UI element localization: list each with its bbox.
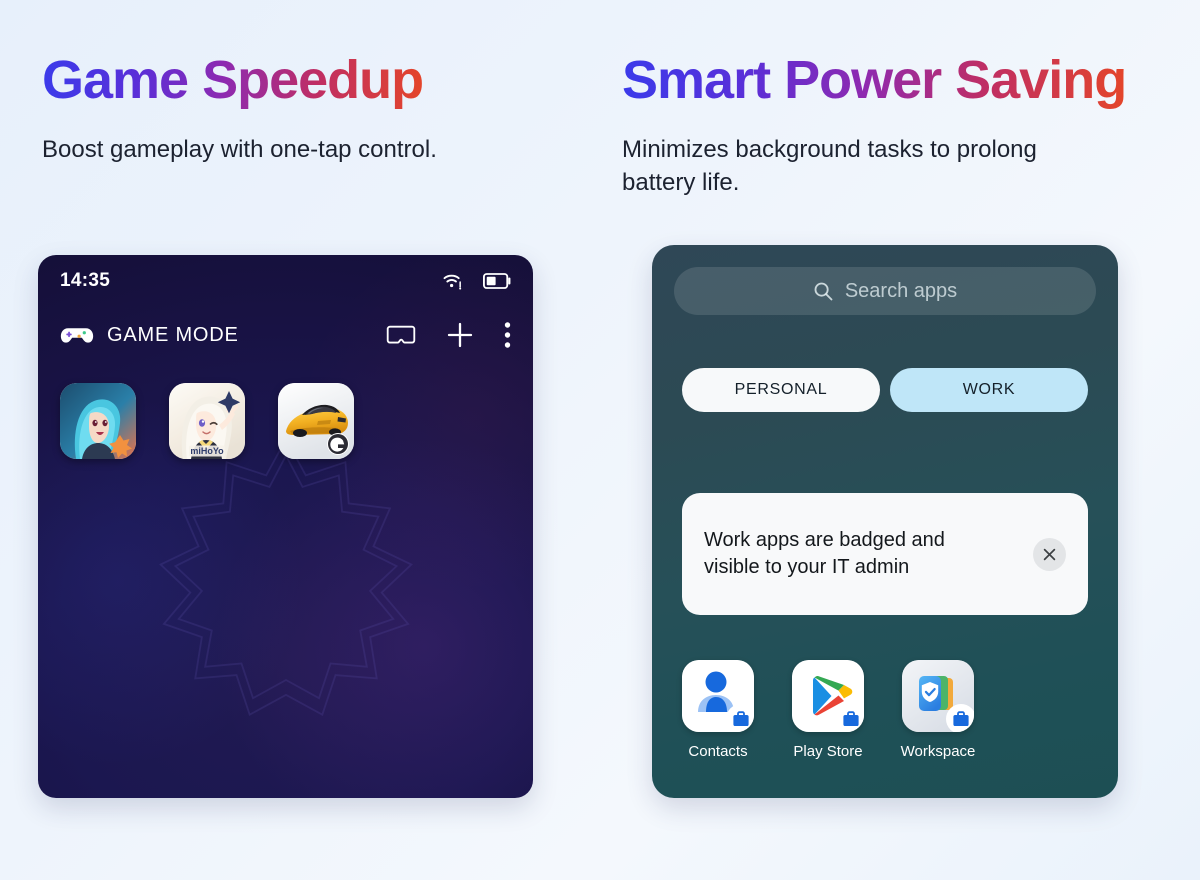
work-briefcase-badge	[946, 704, 974, 732]
contacts-icon	[682, 660, 754, 732]
game-mode-title: GAME MODE	[107, 323, 239, 346]
game-icon-mobile-legends[interactable]	[60, 383, 136, 459]
battery-icon	[483, 273, 511, 289]
app-label: Play Store	[793, 743, 863, 760]
app-label: Contacts	[688, 743, 748, 760]
page-title-game-speedup: Game Speedup	[42, 50, 424, 110]
game-mode-screenshot: 14:35 GAME MODE miHoYo	[38, 255, 533, 798]
status-bar-icons	[442, 272, 511, 291]
app-contacts[interactable]: Contacts	[682, 660, 754, 760]
work-briefcase-badge	[836, 704, 864, 732]
tab-personal[interactable]: PERSONAL	[682, 368, 880, 412]
game-icon-mihoyo[interactable]: miHoYo	[169, 383, 245, 459]
status-bar-clock: 14:35	[60, 270, 111, 291]
profile-tabs: PERSONAL WORK	[682, 368, 1088, 412]
vr-headset-icon[interactable]	[386, 323, 416, 347]
app-play-store[interactable]: Play Store	[792, 660, 864, 760]
tab-work[interactable]: WORK	[890, 368, 1088, 412]
game-mode-header: GAME MODE	[38, 307, 533, 363]
page-subtitle-smart-power-saving: Minimizes background tasks to prolong ba…	[622, 136, 1037, 197]
wifi-icon	[443, 274, 462, 290]
game-mode-actions	[386, 321, 511, 349]
more-vertical-icon[interactable]	[504, 321, 511, 349]
work-briefcase-badge	[726, 704, 754, 732]
play-store-icon	[792, 660, 864, 732]
work-profile-notice: Work apps are badged and visible to your…	[682, 493, 1088, 615]
work-profile-screenshot: Search apps PERSONAL WORK Work apps are …	[652, 245, 1118, 798]
search-icon	[814, 282, 833, 300]
gamepad-icon	[60, 328, 94, 343]
work-profile-notice-text: Work apps are badged and visible to your…	[704, 529, 945, 578]
search-input[interactable]: Search apps	[674, 267, 1096, 315]
close-icon[interactable]	[1033, 537, 1066, 571]
app-workspace[interactable]: Workspace	[900, 660, 976, 760]
feature-showcase-page: Game Speedup Boost gameplay with one-tap…	[0, 0, 1200, 880]
status-bar: 14:35	[38, 255, 533, 307]
game-icon-asphalt-racing[interactable]	[278, 383, 354, 459]
workspace-shield-icon	[902, 660, 974, 732]
mihoyo-wordmark: miHoYo	[190, 446, 224, 456]
page-title-smart-power-saving: Smart Power Saving	[622, 50, 1127, 110]
decorative-star-outline	[158, 437, 413, 716]
app-label: Workspace	[900, 743, 976, 760]
game-icons-row: miHoYo	[60, 383, 354, 459]
page-subtitle-game-speedup: Boost gameplay with one-tap control.	[42, 136, 437, 163]
search-placeholder: Search apps	[844, 279, 958, 302]
work-apps-row: Contacts Play Store Workspace	[682, 660, 976, 760]
plus-icon[interactable]	[446, 321, 474, 349]
